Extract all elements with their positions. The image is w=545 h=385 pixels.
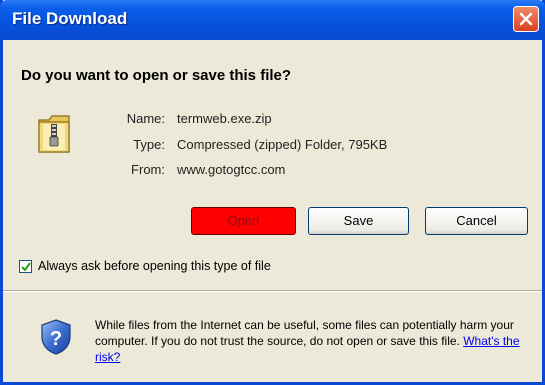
file-name-label: Name: xyxy=(126,111,165,126)
shield-question-icon: ? xyxy=(41,319,71,355)
svg-text:?: ? xyxy=(50,328,62,350)
divider xyxy=(3,290,542,292)
file-download-dialog: File Download Do you want to open or sav… xyxy=(0,0,545,385)
cancel-button[interactable]: Cancel xyxy=(425,207,528,235)
file-from-label: From: xyxy=(131,162,165,177)
warning-text: While files from the Internet can be use… xyxy=(95,318,514,348)
save-button[interactable]: Save xyxy=(308,207,409,235)
close-icon xyxy=(519,12,533,26)
window-title: File Download xyxy=(12,9,128,28)
always-ask-checkbox[interactable] xyxy=(19,260,32,273)
file-type-label: Type: xyxy=(133,137,165,152)
dialog-question: Do you want to open or save this file? xyxy=(21,67,292,84)
title-bar[interactable]: File Download xyxy=(0,0,545,40)
file-from-value: www.gotogtcc.com xyxy=(177,162,286,177)
always-ask-label: Always ask before opening this type of f… xyxy=(38,259,271,273)
security-warning: While files from the Internet can be use… xyxy=(95,317,535,365)
zip-folder-icon xyxy=(38,115,70,153)
dialog-body: Do you want to open or save this file? N… xyxy=(3,40,542,382)
close-button[interactable] xyxy=(513,6,539,32)
open-button[interactable]: Open xyxy=(191,207,296,235)
checkmark-icon xyxy=(21,262,31,272)
file-type-value: Compressed (zipped) Folder, 795KB xyxy=(177,137,388,152)
file-name-value: termweb.exe.zip xyxy=(177,111,272,126)
